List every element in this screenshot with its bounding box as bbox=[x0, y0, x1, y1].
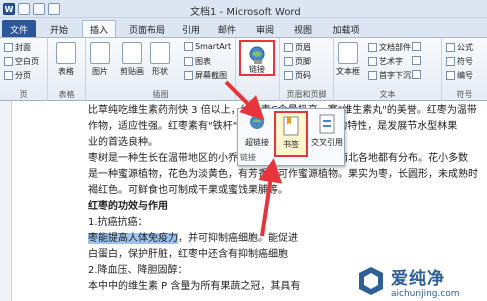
signature-line-button[interactable] bbox=[412, 42, 421, 51]
quick-parts-button[interactable]: 文档部件 bbox=[368, 42, 411, 53]
group-label-pages: 页 bbox=[19, 90, 28, 99]
page-break-button[interactable]: 分页 bbox=[4, 70, 31, 81]
vertical-ruler bbox=[0, 101, 12, 301]
omega-icon bbox=[446, 57, 455, 66]
tab-file[interactable]: 文件 bbox=[2, 20, 36, 38]
smartart-icon bbox=[184, 42, 193, 51]
dropdown-group-label: 链接 bbox=[240, 153, 256, 162]
links-label: 链接 bbox=[249, 65, 265, 74]
group-label-text: 文本 bbox=[379, 90, 396, 99]
ribbon-tabs: 文件 开始 插入 页面布局 引用 邮件 审阅 视图 加载项 bbox=[0, 18, 487, 38]
numbering-icon bbox=[446, 71, 455, 80]
date-time-icon bbox=[412, 56, 421, 65]
tab-review[interactable]: 审阅 bbox=[248, 20, 282, 38]
watermark: 爱纯净 aichunjing.com bbox=[355, 263, 485, 299]
equation-button[interactable]: 公式 bbox=[446, 42, 473, 53]
watermark-text: 爱纯净 bbox=[391, 268, 445, 289]
smartart-button[interactable]: SmartArt bbox=[184, 42, 231, 51]
tab-home[interactable]: 开始 bbox=[42, 20, 76, 38]
blank-page-icon bbox=[4, 57, 13, 66]
group-illustrations: 图片 剪贴画 形状 SmartArt 图表 屏幕截图 插图 bbox=[86, 38, 236, 102]
group-symbols: 公式 符号 编号 符号 bbox=[442, 38, 487, 102]
picture-button[interactable]: 图片 bbox=[90, 42, 110, 77]
doc-line: 褐红色。可鲜食也可制成干果或蜜饯果脯等。 bbox=[88, 185, 288, 196]
footer-icon bbox=[284, 57, 293, 66]
group-pages: 封面 空白页 分页 页 bbox=[0, 38, 48, 102]
header-icon bbox=[284, 43, 293, 52]
cover-icon bbox=[4, 43, 13, 52]
object-icon bbox=[412, 70, 421, 79]
tab-addins[interactable]: 加载项 bbox=[324, 20, 368, 38]
header-button[interactable]: 页眉 bbox=[284, 42, 311, 53]
save-icon[interactable] bbox=[18, 3, 30, 15]
doc-line: 是一种蜜源植物，花色为淡黄色，有芳香，可作蜜源植物。果实为枣，长圆形，未成熟时黄… bbox=[88, 169, 478, 180]
doc-line: 白蛋白，保护肝脏，红枣中还含有抑制癌细胞 bbox=[88, 249, 288, 260]
clipart-button[interactable]: 剪贴画 bbox=[120, 42, 144, 77]
tab-references[interactable]: 引用 bbox=[176, 20, 206, 38]
screenshot-button[interactable]: 屏幕截图 bbox=[184, 70, 227, 81]
tab-view[interactable]: 视图 bbox=[286, 20, 320, 38]
group-label-header-footer: 页眉和页脚 bbox=[286, 90, 327, 99]
chart-icon bbox=[184, 57, 193, 66]
tab-mailings[interactable]: 邮件 bbox=[210, 20, 244, 38]
textbox-button[interactable]: 文本框 bbox=[336, 42, 360, 77]
doc-line-selected: 枣能提高人体免疫力，并可抑制癌细胞。能促进 bbox=[88, 232, 478, 245]
watermark-logo-icon bbox=[359, 267, 383, 295]
undo-icon[interactable] bbox=[33, 3, 45, 15]
hyperlink-icon bbox=[250, 115, 264, 129]
symbol-button[interactable]: 符号 bbox=[446, 56, 473, 67]
picture-icon bbox=[90, 42, 110, 64]
group-label-symbols: 符号 bbox=[456, 90, 473, 99]
doc-heading: 红枣的功效与作用 bbox=[88, 201, 168, 212]
page-break-icon bbox=[4, 71, 13, 80]
window-title: 文档1 - Microsoft Word bbox=[190, 7, 301, 18]
bookmark-item[interactable]: 书签 bbox=[274, 111, 308, 157]
bookmark-icon bbox=[283, 116, 299, 136]
dropcap-icon bbox=[368, 71, 377, 80]
chart-button[interactable]: 图表 bbox=[184, 56, 211, 67]
doc-line: 1.抗癌抗癌： bbox=[88, 217, 148, 228]
tab-insert[interactable]: 插入 bbox=[82, 20, 116, 38]
cross-reference-icon bbox=[319, 114, 335, 134]
shapes-icon bbox=[150, 42, 170, 64]
table-icon bbox=[56, 42, 76, 64]
redo-icon[interactable] bbox=[48, 3, 60, 15]
quick-parts-icon bbox=[368, 43, 377, 52]
screenshot-icon bbox=[184, 71, 193, 80]
hyperlink-item[interactable]: 超链接 bbox=[240, 111, 274, 157]
equation-icon bbox=[446, 43, 455, 52]
textbox-icon bbox=[338, 42, 358, 64]
date-time-button[interactable] bbox=[412, 56, 421, 65]
selected-text[interactable]: 枣能提高人体免疫力 bbox=[88, 233, 178, 244]
word-window: W 文档1 - Microsoft Word 文件 开始 插入 页面布局 引用 … bbox=[0, 0, 487, 301]
page-number-icon bbox=[284, 71, 293, 80]
group-tables: 表格 表格 bbox=[48, 38, 86, 102]
group-text: 文本框 文档部件 艺术字 首字下沉 文本 bbox=[334, 38, 442, 102]
links-button[interactable]: 链接 bbox=[239, 40, 275, 76]
tab-page-layout[interactable]: 页面布局 bbox=[122, 20, 172, 38]
title-bar: W 文档1 - Microsoft Word bbox=[0, 0, 487, 18]
quick-access-toolbar: W bbox=[3, 3, 60, 15]
blank-page-button[interactable]: 空白页 bbox=[4, 56, 39, 67]
table-button[interactable]: 表格 bbox=[56, 42, 76, 77]
wordart-icon bbox=[368, 57, 377, 66]
links-dropdown: 超链接 书签 交叉引用 链接 bbox=[237, 108, 345, 166]
watermark-url: aichunjing.com bbox=[391, 288, 460, 299]
signature-icon bbox=[412, 42, 421, 51]
cross-reference-item[interactable]: 交叉引用 bbox=[310, 111, 344, 157]
doc-line-rest: ，并可抑制癌细胞。能促进 bbox=[178, 233, 298, 244]
object-button[interactable] bbox=[412, 70, 421, 79]
shapes-button[interactable]: 形状 bbox=[150, 42, 170, 77]
word-logo-icon: W bbox=[3, 3, 15, 15]
group-label-illustrations: 插图 bbox=[152, 90, 169, 99]
numbering-button[interactable]: 编号 bbox=[446, 70, 473, 81]
dropcap-button[interactable]: 首字下沉 bbox=[368, 70, 411, 81]
clipart-icon bbox=[122, 42, 142, 64]
footer-button[interactable]: 页脚 bbox=[284, 56, 311, 67]
cover-button[interactable]: 封面 bbox=[4, 42, 31, 53]
group-header-footer: 页眉 页脚 页码 页眉和页脚 bbox=[280, 38, 334, 102]
page-number-button[interactable]: 页码 bbox=[284, 70, 311, 81]
group-label-tables: 表格 bbox=[58, 90, 75, 99]
wordart-button[interactable]: 艺术字 bbox=[368, 56, 403, 67]
